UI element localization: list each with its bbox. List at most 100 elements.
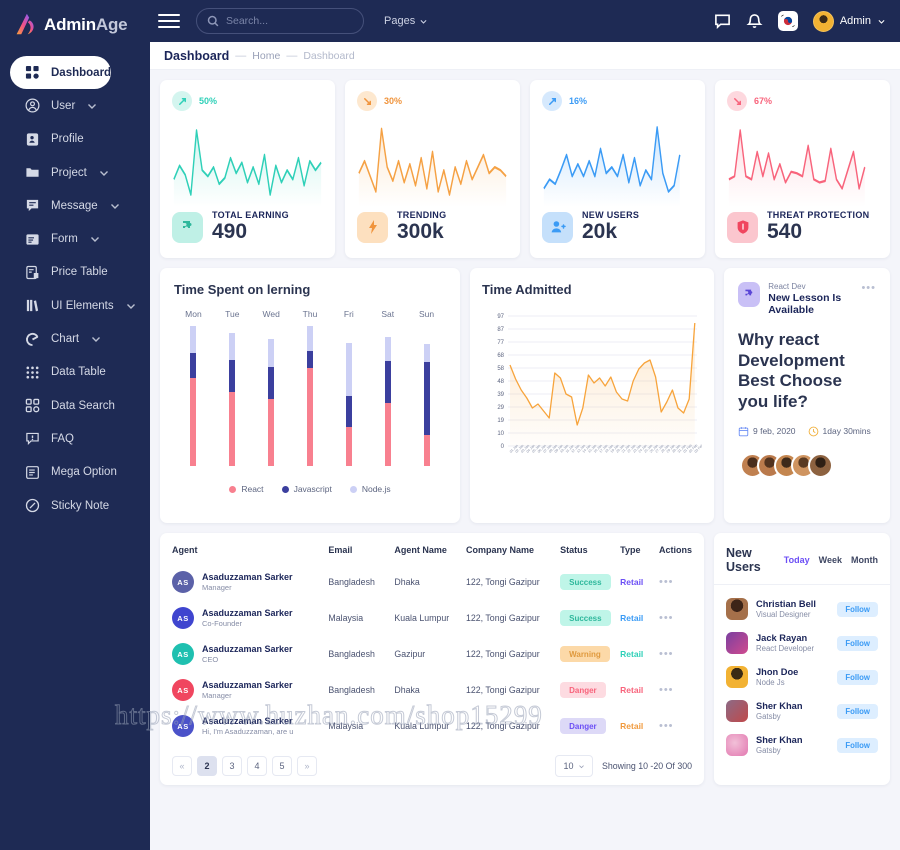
admin-menu[interactable]: Admin [812, 10, 886, 32]
list-item[interactable]: Sher Khan Gatsby Follow [726, 694, 878, 728]
bar-track [345, 326, 352, 466]
sidebar-item-label: Data Search [51, 399, 115, 412]
list-item[interactable]: Christian Bell Visual Designer Follow [726, 592, 878, 626]
pagination-page-2[interactable]: 2 [197, 756, 217, 776]
stat-card-trending[interactable]: 30% TRENDING 300k [345, 80, 520, 258]
legend-item-nodejs[interactable]: Node.js [349, 484, 391, 494]
table-row[interactable]: AS Asaduzzaman Sarker Manager Bangladesh D… [172, 672, 692, 708]
user-name: Sher Khan [756, 735, 803, 745]
agent-name: Asaduzzaman Sarker [202, 716, 293, 726]
shield-icon [727, 211, 758, 243]
sidebar-item-user[interactable]: User [10, 89, 106, 122]
agent-role: CEO [202, 655, 219, 664]
sidebar-item-data-table[interactable]: Data Table [10, 356, 106, 389]
row-actions-icon[interactable]: ••• [659, 648, 674, 660]
hamburger-menu-icon[interactable] [158, 14, 180, 28]
bar-column[interactable]: Sun [407, 309, 446, 466]
sidebar-item-faq[interactable]: FAQ [10, 422, 74, 455]
breadcrumb-home[interactable]: Home [252, 50, 280, 62]
pagination-page-3[interactable]: 3 [222, 756, 242, 776]
bar-column[interactable]: Sat [368, 309, 407, 466]
bar-segment-javascript [307, 351, 313, 368]
stat-card-new-users[interactable]: 16% NEW USERS 20k [530, 80, 705, 258]
search-box[interactable] [196, 8, 364, 34]
message-icon[interactable] [714, 13, 731, 30]
cell-agent-name: Gazipur [394, 649, 426, 659]
tab-month[interactable]: Month [851, 555, 878, 565]
chevron-down-icon [420, 19, 427, 24]
user-name: Jhon Doe [756, 667, 799, 677]
question-chat-icon [24, 431, 40, 447]
pages-dropdown[interactable]: Pages [384, 15, 428, 27]
list-item[interactable]: Jack Rayan React Developer Follow [726, 626, 878, 660]
tab-today[interactable]: Today [784, 555, 810, 565]
list-item[interactable]: Sher Khan Gatsby Follow [726, 728, 878, 762]
agent-name: Asaduzzaman Sarker [202, 608, 293, 618]
sidebar-item-data-search[interactable]: Data Search [10, 389, 115, 422]
row-actions-icon[interactable]: ••• [659, 684, 674, 696]
avatar: AS [172, 715, 194, 737]
chevron-down-icon [99, 170, 108, 176]
status-badge: Success [560, 610, 611, 626]
legend-item-javascript[interactable]: Javascript [281, 484, 332, 494]
table-row[interactable]: AS Asaduzzaman Sarker Hi, I'm Asaduzzaman,… [172, 708, 692, 744]
sidebar-item-sticky-note[interactable]: Sticky Note [10, 489, 109, 522]
avatar [726, 700, 748, 722]
table-row[interactable]: AS Asaduzzaman Sarker Manager Bangladesh D… [172, 564, 692, 600]
row-actions-icon[interactable]: ••• [659, 576, 674, 588]
svg-text:87: 87 [497, 327, 504, 333]
search-input[interactable] [226, 15, 346, 27]
follow-button[interactable]: Follow [837, 669, 878, 685]
pagination-page-5[interactable]: 5 [272, 756, 292, 776]
table-row[interactable]: AS Asaduzzaman Sarker CEO Bangladesh Gazip… [172, 636, 692, 672]
bar-column[interactable]: Thu [291, 309, 330, 466]
sidebar-item-label: User [51, 99, 76, 112]
bar-segment-react [384, 403, 391, 466]
bell-icon[interactable] [746, 13, 763, 30]
bar-segment-nodejs [423, 344, 430, 363]
svg-text:39: 39 [497, 392, 504, 398]
legend-item-react[interactable]: React [229, 484, 264, 494]
brand-logo-area[interactable]: AdminAge [0, 0, 150, 52]
sparkline-trending [357, 115, 508, 207]
cell-type: Retail [620, 600, 659, 636]
bar-column[interactable]: Mon [174, 309, 213, 466]
sidebar-item-chart[interactable]: Chart [10, 323, 110, 356]
stat-card-total-earning[interactable]: 50% TOTAL EARNING 490 [160, 80, 335, 258]
follow-button[interactable]: Follow [837, 601, 878, 617]
trend-down-icon [727, 91, 747, 111]
row-actions-icon[interactable]: ••• [659, 612, 674, 624]
sidebar-item-profile[interactable]: Profile [10, 123, 84, 156]
sidebar-item-price-table[interactable]: Price Table [10, 256, 108, 289]
sidebar-item-message[interactable]: Message [10, 189, 129, 222]
card-menu-icon[interactable]: ••• [861, 282, 876, 294]
stat-card-threat-protection[interactable]: 67% THREAT PROTECTION 540 [715, 80, 890, 258]
follow-button[interactable]: Follow [837, 635, 878, 651]
agent-name: Asaduzzaman Sarker [202, 644, 293, 654]
table-row[interactable]: AS Asaduzzaman Sarker Co-Founder Malaysia … [172, 600, 692, 636]
bar-column[interactable]: Fri [329, 309, 368, 466]
stat-trend: 67% [727, 91, 878, 111]
sidebar-item-mega-option[interactable]: Mega Option [10, 456, 117, 489]
list-item[interactable]: Jhon Doe Node Js Follow [726, 660, 878, 694]
flag-icon[interactable] [777, 11, 798, 31]
pagination-page-4[interactable]: 4 [247, 756, 267, 776]
sidebar-item-project[interactable]: Project [10, 156, 118, 189]
topbar-actions: Admin [714, 10, 900, 32]
lesson-meta: 9 feb, 2020 1day 30mins [738, 426, 876, 437]
stat-value: 300k [397, 220, 444, 244]
page-size-select[interactable]: 10 [555, 755, 594, 777]
sidebar-item-form[interactable]: Form [10, 223, 109, 256]
tab-week[interactable]: Week [819, 555, 842, 565]
bolt-icon [357, 211, 388, 243]
pagination-prev[interactable]: « [172, 756, 192, 776]
sidebar-item-dashboard[interactable]: Dashboard [10, 56, 112, 90]
follow-button[interactable]: Follow [837, 703, 878, 719]
sidebar-item-ui-elements[interactable]: UI Elements [10, 289, 145, 322]
svg-text:48: 48 [497, 379, 504, 385]
bar-column[interactable]: Wed [252, 309, 291, 466]
bar-column[interactable]: Tue [213, 309, 252, 466]
follow-button[interactable]: Follow [837, 737, 878, 753]
pagination-next[interactable]: » [297, 756, 317, 776]
row-actions-icon[interactable]: ••• [659, 720, 674, 732]
